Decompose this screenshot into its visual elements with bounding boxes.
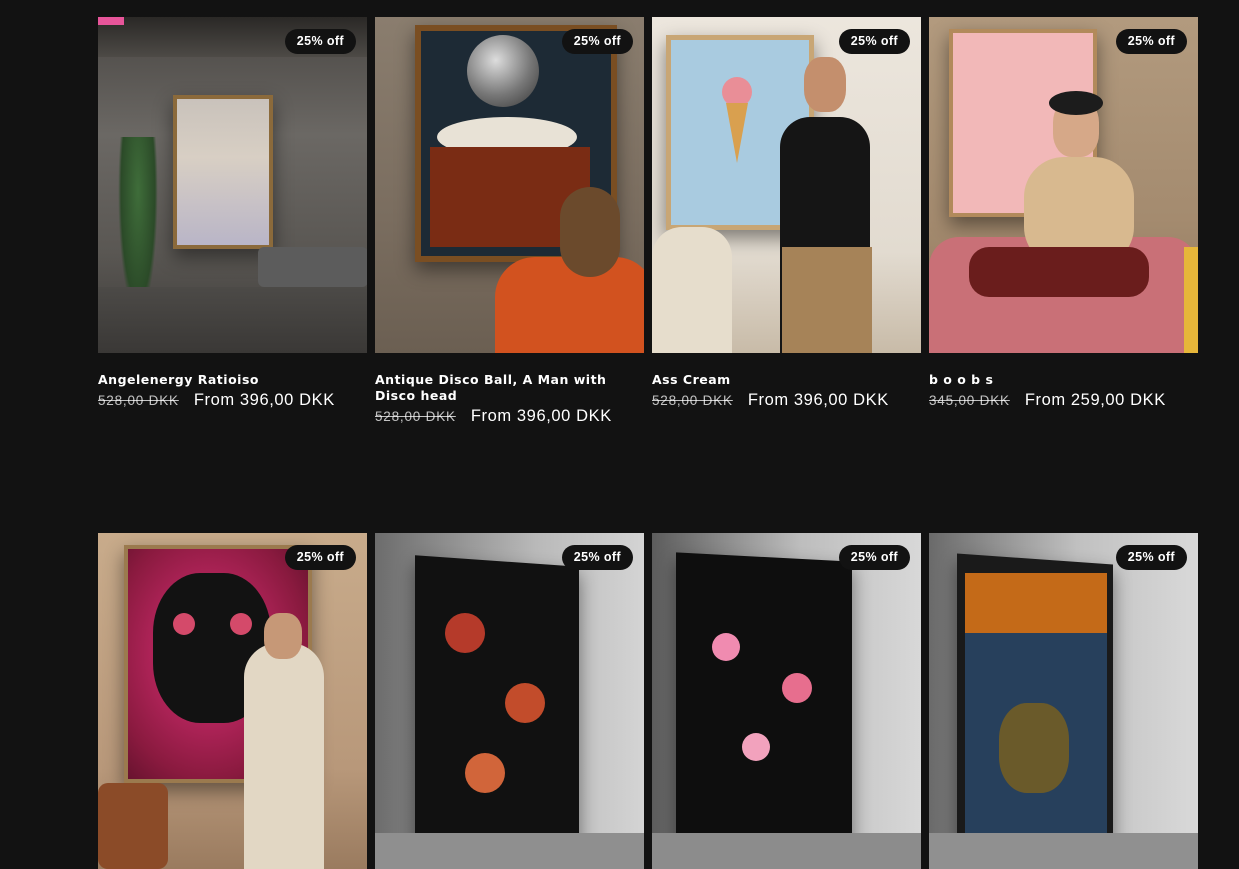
product-card[interactable]: 25% off <box>375 533 644 869</box>
product-title[interactable]: Angelenergy Ratioiso <box>98 372 367 388</box>
discount-badge: 25% off <box>1115 29 1187 54</box>
product-image[interactable]: 25% off <box>98 533 367 869</box>
product-card[interactable]: 25% off <box>929 533 1198 869</box>
product-image[interactable]: 25% off <box>375 533 644 869</box>
price-row: 528,00 DKK From 396,00 DKK <box>98 391 367 410</box>
regular-price: 345,00 DKK <box>929 393 1010 408</box>
discount-badge: 25% off <box>838 29 910 54</box>
product-title[interactable]: Antique Disco Ball, A Man with Disco hea… <box>375 372 644 404</box>
product-image[interactable]: 25% off <box>929 17 1198 353</box>
sale-price: From 396,00 DKK <box>193 391 335 409</box>
product-title[interactable]: Ass Cream <box>652 372 921 388</box>
regular-price: 528,00 DKK <box>98 393 179 408</box>
product-image[interactable]: 25% off <box>652 17 921 353</box>
product-card[interactable]: 25% off <box>98 533 367 869</box>
price-row: 528,00 DKK From 396,00 DKK <box>652 391 921 410</box>
sale-price: From 259,00 DKK <box>1024 391 1166 409</box>
product-card[interactable]: 25% off Angelenergy Ratioiso 528,00 DKK … <box>98 17 367 426</box>
sale-price: From 396,00 DKK <box>747 391 889 409</box>
price-row: 345,00 DKK From 259,00 DKK <box>929 391 1198 410</box>
product-grid: 25% off Angelenergy Ratioiso 528,00 DKK … <box>98 17 1199 869</box>
discount-badge: 25% off <box>561 29 633 54</box>
product-title[interactable]: b o o b s <box>929 372 1198 388</box>
product-image[interactable]: 25% off <box>652 533 921 869</box>
product-card[interactable]: 25% off b o o b s 345,00 DKK From 259,00… <box>929 17 1198 426</box>
discount-badge: 25% off <box>838 545 910 570</box>
discount-badge: 25% off <box>284 29 356 54</box>
price-row: 528,00 DKK From 396,00 DKK <box>375 407 644 426</box>
regular-price: 528,00 DKK <box>375 409 456 424</box>
discount-badge: 25% off <box>1115 545 1187 570</box>
product-image[interactable]: 25% off <box>929 533 1198 869</box>
discount-badge: 25% off <box>561 545 633 570</box>
product-image[interactable]: 25% off <box>98 17 367 353</box>
sale-price: From 396,00 DKK <box>470 407 612 425</box>
product-card[interactable]: 25% off Ass Cream 528,00 DKK From 396,00… <box>652 17 921 426</box>
discount-badge: 25% off <box>284 545 356 570</box>
product-image[interactable]: 25% off <box>375 17 644 353</box>
product-card[interactable]: 25% off Antique Disco Ball, A Man with D… <box>375 17 644 426</box>
regular-price: 528,00 DKK <box>652 393 733 408</box>
product-card[interactable]: 25% off <box>652 533 921 869</box>
